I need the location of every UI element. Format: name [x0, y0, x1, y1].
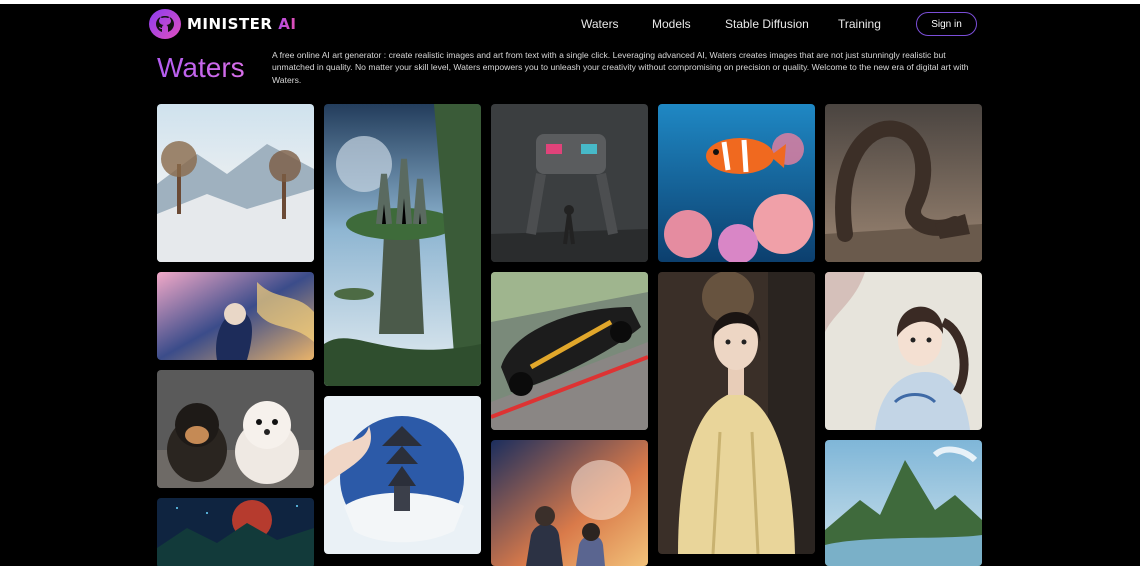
nav-link-waters[interactable]: Waters — [581, 17, 619, 31]
gallery-image-pagoda-circle[interactable] — [324, 396, 481, 554]
gallery-image-desert-serpent[interactable] — [825, 104, 982, 262]
gallery-image-clownfish-reef[interactable] — [658, 104, 815, 262]
nav-link-training[interactable]: Training — [838, 17, 881, 31]
app-frame: MINISTER AI Waters Models Stable Diffusi… — [0, 4, 1140, 566]
gallery-image-mountain-lake[interactable] — [825, 440, 982, 566]
gallery-image-anime-girl-ponytail[interactable] — [825, 272, 982, 430]
nav-link-stable-diffusion[interactable]: Stable Diffusion — [725, 17, 809, 31]
sign-in-button[interactable]: Sign in — [916, 12, 977, 36]
gallery-image-floating-island[interactable] — [324, 104, 481, 386]
page-description: A free online AI art generator : create … — [272, 50, 969, 85]
gallery-image-anime-girl-flowers[interactable] — [157, 272, 314, 360]
page-title: Waters — [157, 52, 245, 83]
nav-link-models[interactable]: Models — [652, 17, 691, 31]
gallery-image-woman-yellow-robe[interactable] — [658, 272, 815, 554]
gallery-image-mech-robot[interactable] — [491, 104, 648, 262]
gallery-image-puppies[interactable] — [157, 370, 314, 488]
gallery-image-snowy-landscape[interactable] — [157, 104, 314, 262]
gallery-image-night-landscape[interactable] — [157, 498, 314, 566]
gallery-image-couple-sky[interactable] — [491, 440, 648, 566]
gallery-image-race-car[interactable] — [491, 272, 648, 430]
